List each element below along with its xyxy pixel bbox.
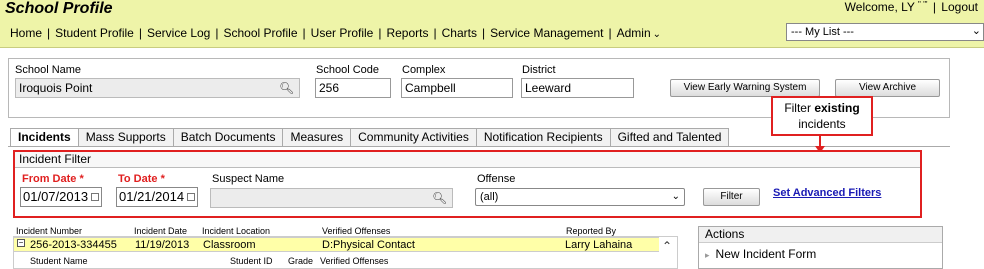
main-nav: Home | Student Profile | Service Log | School … [10, 26, 662, 40]
set-advanced-filters-link[interactable]: Set Advanced Filters [773, 187, 881, 199]
table-row[interactable]: − 256-2013-334455 11/19/2013 Classroom D… [14, 237, 659, 252]
school-name-label: School Name [15, 64, 82, 76]
col-verified-offenses[interactable]: Verified Offenses [322, 226, 390, 236]
nav-service-management[interactable]: Service Management [490, 26, 603, 40]
nav-student-profile[interactable]: Student Profile [55, 26, 134, 40]
col-student-verified-offenses: Verified Offenses [320, 256, 389, 266]
district-field[interactable]: Leeward [521, 78, 634, 98]
tab-incidents[interactable]: Incidents [10, 128, 79, 147]
from-date-value: 01/07/2013 [23, 189, 89, 204]
col-student-name: Student Name [30, 256, 88, 266]
welcome-area: Welcome, LY " '" | Logout [845, 0, 978, 14]
complex-field[interactable]: Campbell [401, 78, 513, 98]
view-early-warning-button[interactable]: View Early Warning System [670, 79, 820, 97]
nav-admin[interactable]: Admin [617, 26, 651, 40]
school-code-field[interactable]: 256 [315, 78, 391, 98]
actions-panel: Actions ▸ New Incident Form [698, 226, 943, 269]
suspect-name-label: Suspect Name [212, 173, 285, 185]
chevron-down-icon: ⌄ [671, 191, 680, 202]
chevron-down-icon: ⌄ [971, 25, 981, 37]
logout-link[interactable]: Logout [941, 0, 978, 14]
complex-label: Complex [402, 64, 446, 76]
tab-batch-documents[interactable]: Batch Documents [172, 128, 284, 146]
chevron-down-icon[interactable]: ⌄ [653, 29, 661, 40]
header-bar: School Profile Welcome, LY " '" | Logout… [0, 0, 984, 48]
welcome-extra: " '" [918, 0, 928, 9]
nav-service-log[interactable]: Service Log [147, 26, 210, 40]
offense-value: (all) [480, 191, 499, 203]
welcome-text: Welcome, LY [844, 0, 915, 14]
nav-reports[interactable]: Reports [386, 26, 428, 40]
collapse-icon[interactable]: − [17, 239, 25, 247]
tab-community-activities[interactable]: Community Activities [350, 128, 477, 146]
my-list-value: --- My List --- [791, 26, 854, 38]
filter-button[interactable]: Filter [703, 188, 760, 206]
tab-mass-supports[interactable]: Mass Supports [77, 128, 174, 146]
cell-incident-date: 11/19/2013 [135, 239, 190, 251]
separator: | [932, 0, 936, 14]
cell-incident-location: Classroom [203, 239, 256, 251]
district-label: District [522, 64, 556, 76]
from-date-field[interactable]: 01/07/2013 [20, 187, 102, 207]
to-date-field[interactable]: 01/21/2014 [116, 187, 198, 207]
to-date-label: To Date * [118, 173, 165, 185]
school-name-value: Iroquois Point [19, 81, 93, 95]
search-icon[interactable]: 🔍︎ [279, 81, 295, 95]
tab-notification-recipients[interactable]: Notification Recipients [475, 128, 611, 146]
incident-filter-title: Incident Filter [15, 152, 920, 168]
col-student-id: Student ID [230, 256, 273, 266]
tab-gifted-and-talented[interactable]: Gifted and Talented [609, 128, 730, 146]
col-grade: Grade [288, 256, 314, 266]
cell-reported-by: Larry Lahaina [565, 239, 633, 251]
filter-callout: Filter existing incidents [771, 96, 873, 136]
callout-line2: incidents [798, 117, 846, 131]
cell-incident-number[interactable]: 256-2013-334455 [30, 239, 117, 251]
view-archive-button[interactable]: View Archive [835, 79, 940, 97]
page-title: School Profile [5, 0, 113, 17]
col-incident-date[interactable]: Incident Date [134, 226, 187, 236]
tab-measures[interactable]: Measures [282, 128, 352, 146]
action-label: New Incident Form [715, 247, 817, 261]
offense-select[interactable]: (all) ⌄ [475, 188, 685, 206]
school-code-label: School Code [316, 64, 379, 76]
calendar-icon[interactable] [187, 193, 195, 201]
nav-charts[interactable]: Charts [442, 26, 477, 40]
nav-school-profile[interactable]: School Profile [223, 26, 297, 40]
actions-title: Actions [699, 227, 942, 243]
incident-filter-panel: Incident Filter From Date * 01/07/2013 T… [13, 150, 922, 218]
col-incident-location[interactable]: Incident Location [202, 226, 270, 236]
action-new-incident-form[interactable]: ▸ New Incident Form [705, 247, 816, 261]
calendar-icon[interactable] [91, 193, 99, 201]
col-incident-number[interactable]: Incident Number [16, 226, 82, 236]
school-name-field[interactable]: Iroquois Point 🔍︎ [15, 78, 300, 98]
scroll-up-icon[interactable]: ⌃ [658, 238, 676, 256]
nav-user-profile[interactable]: User Profile [311, 26, 374, 40]
to-date-value: 01/21/2014 [119, 189, 185, 204]
callout-line1: Filter existing [784, 101, 860, 115]
col-reported-by[interactable]: Reported By [566, 226, 616, 236]
cell-verified-offenses: D:Physical Contact [322, 239, 415, 251]
search-icon[interactable]: 🔍︎ [432, 191, 448, 205]
student-subtable-header: Student Name Student ID Grade Verified O… [16, 256, 656, 267]
tab-bar: Incidents Mass Supports Batch Documents Mea… [10, 128, 730, 147]
chevron-right-icon: ▸ [705, 250, 710, 260]
suspect-name-field[interactable]: 🔍︎ [210, 188, 453, 208]
offense-label: Offense [477, 173, 516, 185]
my-list-select[interactable]: --- My List --- ⌄ [786, 23, 984, 41]
from-date-label: From Date * [22, 173, 84, 185]
nav-home[interactable]: Home [10, 26, 42, 40]
